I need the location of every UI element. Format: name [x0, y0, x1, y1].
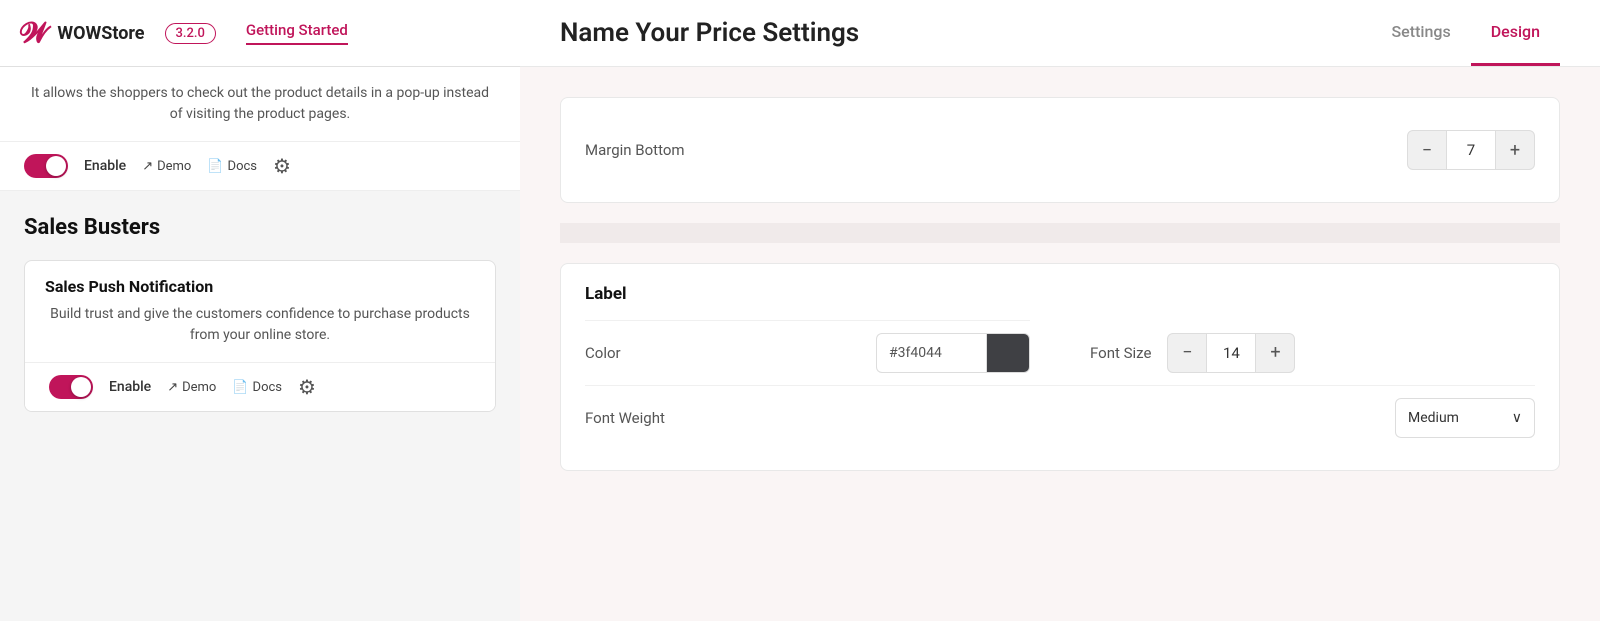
external-link-icon: ↗	[142, 159, 153, 174]
popup-demo-link[interactable]: ↗ Demo	[142, 159, 191, 174]
color-row: Color #3f4044	[585, 320, 1030, 385]
font-size-decrement[interactable]: −	[1167, 333, 1207, 373]
divider-1	[560, 223, 1560, 243]
sales-push-gear-icon[interactable]: ⚙	[298, 375, 316, 399]
font-weight-row: Font Weight Medium ∨	[585, 385, 1535, 450]
font-size-value: 14	[1207, 333, 1255, 373]
sales-busters-title: Sales Busters	[0, 191, 520, 248]
margin-bottom-stepper: − 7 +	[1407, 130, 1535, 170]
color-picker-group: #3f4044	[876, 333, 1030, 373]
popup-enable-toggle[interactable]	[24, 154, 68, 178]
margin-bottom-row: Margin Bottom − 7 +	[585, 118, 1535, 182]
font-size-label: Font Size	[1090, 344, 1151, 362]
sales-push-description: Build trust and give the customers confi…	[25, 304, 495, 362]
margin-card: Margin Bottom − 7 +	[560, 97, 1560, 203]
color-fontsize-row: Color #3f4044 Font Size − 14	[585, 320, 1535, 385]
color-label: Color	[585, 344, 621, 362]
minus-icon: −	[1422, 140, 1432, 161]
plus-icon: +	[1510, 140, 1520, 161]
docs-icon: 📄	[207, 159, 223, 174]
logo: 𝓦 WOWStore	[20, 19, 145, 47]
right-body: Margin Bottom − 7 + Label	[520, 67, 1600, 621]
nav-getting-started[interactable]: Getting Started	[246, 21, 348, 45]
tab-settings[interactable]: Settings	[1371, 0, 1470, 66]
sales-push-docs-link[interactable]: 📄 Docs	[232, 380, 282, 395]
sales-push-enable-label: Enable	[109, 379, 151, 395]
sales-external-link-icon: ↗	[167, 380, 178, 395]
right-header: Name Your Price Settings Settings Design	[520, 0, 1600, 67]
sales-docs-icon: 📄	[232, 380, 248, 395]
popup-docs-link[interactable]: 📄 Docs	[207, 159, 257, 174]
logo-text: WOWStore	[57, 23, 144, 44]
sales-push-title: Sales Push Notification	[25, 261, 495, 304]
color-swatch[interactable]	[986, 333, 1030, 373]
font-size-increment[interactable]: +	[1255, 333, 1295, 373]
popup-gear-icon[interactable]: ⚙	[273, 154, 291, 178]
top-bar: 𝓦 WOWStore 3.2.0 Getting Started	[0, 0, 520, 67]
font-weight-select[interactable]: Medium ∨	[1395, 398, 1535, 438]
popup-description: It allows the shoppers to check out the …	[0, 67, 520, 141]
popup-enable-label: Enable	[84, 158, 126, 174]
version-badge: 3.2.0	[165, 23, 216, 44]
sales-push-toggle[interactable]	[49, 375, 93, 399]
tabs: Settings Design	[1371, 0, 1560, 66]
margin-bottom-decrement[interactable]: −	[1407, 130, 1447, 170]
sales-push-enable-row: Enable ↗ Demo 📄 Docs ⚙	[25, 362, 495, 411]
label-card: Label Color #3f4044 Font Size −	[560, 263, 1560, 471]
tab-design[interactable]: Design	[1471, 0, 1560, 66]
chevron-down-icon: ∨	[1512, 410, 1522, 426]
right-panel: Name Your Price Settings Settings Design…	[520, 0, 1600, 621]
margin-bottom-value: 7	[1447, 130, 1495, 170]
logo-icon: 𝓦	[20, 19, 49, 47]
page-title: Name Your Price Settings	[560, 18, 859, 48]
sales-push-demo-link[interactable]: ↗ Demo	[167, 380, 216, 395]
font-size-group: Font Size − 14 +	[1090, 333, 1535, 373]
color-hex-value[interactable]: #3f4044	[876, 333, 986, 373]
font-size-stepper: − 14 +	[1167, 333, 1295, 373]
label-card-title: Label	[585, 284, 1535, 304]
font-size-minus-icon: −	[1182, 342, 1192, 363]
left-panel: 𝓦 WOWStore 3.2.0 Getting Started It allo…	[0, 0, 520, 621]
font-size-plus-icon: +	[1270, 342, 1280, 363]
sales-push-card: Sales Push Notification Build trust and …	[24, 260, 496, 412]
popup-enable-row: Enable ↗ Demo 📄 Docs ⚙	[0, 141, 520, 190]
margin-bottom-increment[interactable]: +	[1495, 130, 1535, 170]
font-weight-selected-value: Medium	[1408, 410, 1459, 426]
font-weight-label: Font Weight	[585, 409, 665, 427]
margin-bottom-label: Margin Bottom	[585, 141, 685, 159]
